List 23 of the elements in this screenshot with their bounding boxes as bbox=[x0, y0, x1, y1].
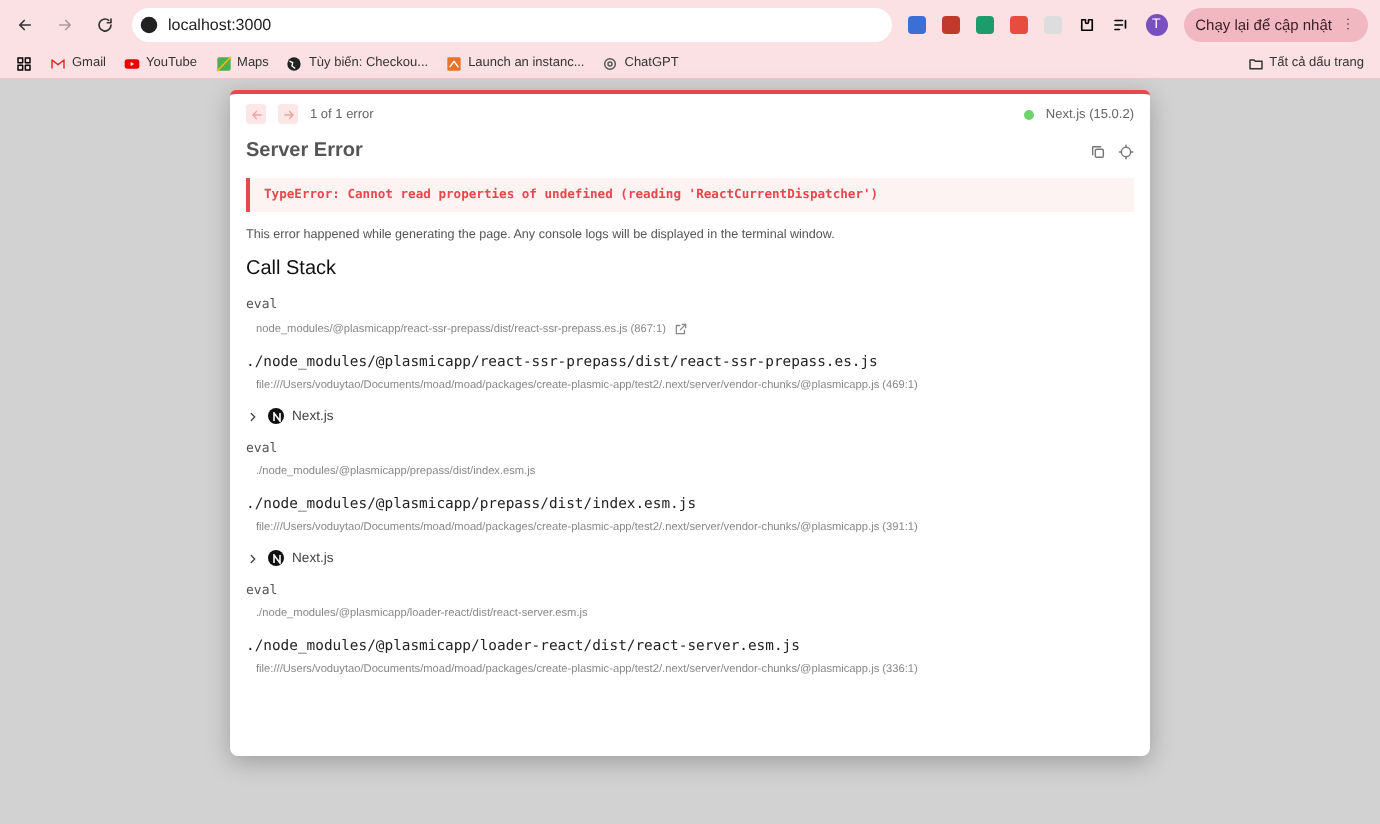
reload-icon bbox=[95, 15, 113, 33]
forward-icon bbox=[55, 15, 73, 33]
apps-grid-icon[interactable] bbox=[16, 55, 32, 71]
error-title: Server Error bbox=[246, 140, 363, 162]
chevron-icon bbox=[246, 551, 260, 565]
mail-icon bbox=[50, 55, 66, 71]
chevron-icon bbox=[246, 409, 260, 423]
play-icon bbox=[123, 55, 140, 71]
folder-icon bbox=[1247, 55, 1264, 71]
address-field[interactable]: localhost:3000 bbox=[168, 15, 884, 33]
status-dot bbox=[1023, 109, 1034, 119]
copy-icon[interactable] bbox=[1090, 143, 1106, 159]
forward-icon bbox=[281, 107, 295, 121]
reload-button[interactable] bbox=[92, 12, 116, 36]
site-info-icon bbox=[140, 15, 158, 33]
call-stack-heading: Call Stack bbox=[246, 258, 339, 280]
n-logo-icon bbox=[268, 408, 284, 424]
back-icon bbox=[15, 15, 33, 33]
external-link-icon[interactable] bbox=[673, 322, 688, 336]
back-icon bbox=[249, 107, 263, 121]
map-icon bbox=[215, 55, 232, 71]
n-logo-icon bbox=[268, 550, 284, 566]
address-bar[interactable]: localhost:3000 bbox=[132, 7, 892, 41]
